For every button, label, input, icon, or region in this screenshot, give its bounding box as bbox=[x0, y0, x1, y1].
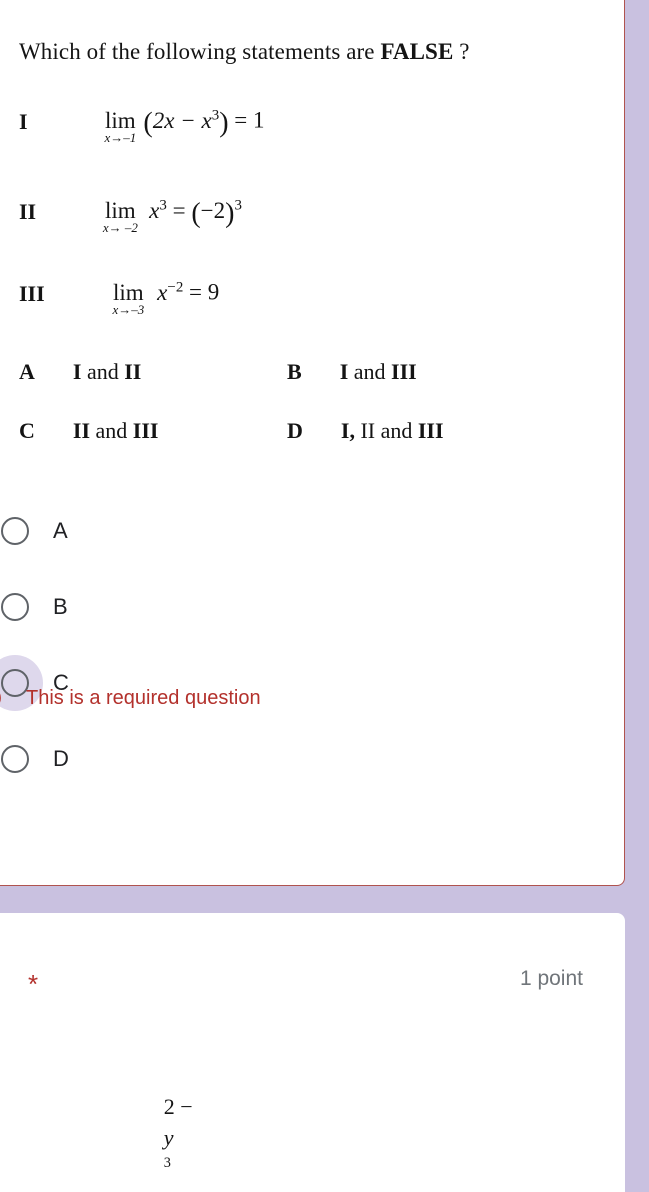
required-error-text: This is a required question bbox=[26, 686, 261, 709]
answer-options-list: A B C D bbox=[0, 493, 561, 797]
statement-ii-expression: lim x→ –2 x3 = (−2)3 bbox=[103, 197, 242, 234]
next-question-image: Given g(y)={2 − y3,y ≥ 02y,y < 0, evalua… bbox=[32, 1091, 386, 1192]
image-choice-c-letter: C bbox=[19, 418, 35, 443]
limit-subscript-i: x→–1 bbox=[104, 129, 137, 145]
statement-iii-body: x−2 bbox=[157, 279, 184, 305]
limit-operator-ii: lim x→ –2 bbox=[103, 197, 138, 234]
radio-button-b-icon[interactable] bbox=[1, 593, 29, 621]
statement-iii-equals: = 9 bbox=[189, 279, 220, 305]
option-row-b[interactable]: B bbox=[1, 569, 561, 645]
piecewise-group: {2 − y3,y ≥ 02y,y < 0 bbox=[148, 1091, 213, 1192]
option-row-a[interactable]: A bbox=[1, 493, 561, 569]
statement-i-equals: = 1 bbox=[234, 107, 265, 133]
limit-subscript-iii: x→–3 bbox=[112, 301, 145, 317]
question-title-suffix: ? bbox=[453, 39, 470, 64]
radio-wrap-b[interactable] bbox=[0, 579, 43, 635]
option-label-d: D bbox=[53, 746, 69, 771]
option-label-a: A bbox=[53, 518, 68, 543]
radio-button-d-icon[interactable] bbox=[1, 745, 29, 773]
points-label: 1 point bbox=[519, 967, 583, 990]
limit-op-text-ii: lim bbox=[105, 197, 136, 223]
limit-operator-iii: lim x→–3 bbox=[112, 279, 144, 316]
piecewise-row-1: 2 − y3,y ≥ 0 bbox=[163, 1094, 193, 1192]
radio-wrap-d[interactable] bbox=[0, 731, 43, 787]
statement-iii-expression: lim x→–3 x−2 = 9 bbox=[112, 279, 220, 316]
statement-i-expression: lim x→–1 (2x − x3) = 1 bbox=[104, 107, 265, 144]
question-card-error: Which of the following statements are FA… bbox=[0, 0, 625, 886]
statement-i-body: 2x − x3 bbox=[152, 107, 220, 133]
question-title-prefix: Which of the following statements are bbox=[19, 39, 381, 64]
paren-close-i: ) bbox=[219, 107, 229, 139]
required-question-error: This is a required question bbox=[0, 684, 261, 712]
image-choice-c-text: II and III bbox=[72, 418, 159, 443]
image-choice-a: A I and II bbox=[19, 359, 141, 385]
image-choice-a-text: I and II bbox=[72, 359, 142, 384]
image-choice-b: B I and III bbox=[287, 359, 417, 385]
radio-wrap-a[interactable] bbox=[0, 503, 43, 559]
limit-subscript-ii: x→ –2 bbox=[102, 219, 138, 235]
limit-op-text-iii: lim bbox=[113, 279, 144, 305]
radio-button-a-icon[interactable] bbox=[1, 517, 29, 545]
limit-op-text-i: lim bbox=[105, 107, 136, 133]
limit-operator-i: lim x→–1 bbox=[104, 107, 136, 144]
statement-ii-body: x3 bbox=[149, 197, 167, 223]
error-exclamation-icon bbox=[0, 684, 2, 712]
option-label-b: B bbox=[53, 594, 68, 619]
image-choice-a-letter: A bbox=[19, 359, 35, 384]
paren-open-i: ( bbox=[143, 107, 153, 139]
image-choice-d: D I, II and III bbox=[287, 418, 444, 444]
piecewise-rows: 2 − y3,y ≥ 02y,y < 0 bbox=[164, 1091, 213, 1192]
next-question-clipped-text bbox=[32, 1185, 38, 1192]
statement-ii-equals: = (−2)3 bbox=[172, 197, 242, 229]
required-asterisk: * bbox=[28, 969, 39, 999]
statement-iii-numeral: III bbox=[19, 281, 45, 306]
question-image-title: Which of the following statements are FA… bbox=[19, 39, 470, 65]
statement-i-numeral: I bbox=[19, 109, 28, 134]
question-title-emphasis: FALSE bbox=[380, 39, 454, 64]
image-choice-b-letter: B bbox=[287, 359, 302, 384]
image-choice-d-text: I, II and III bbox=[340, 418, 444, 443]
image-choice-b-text: I and III bbox=[339, 359, 417, 384]
image-choice-c: C II and III bbox=[19, 418, 158, 444]
question-card-next: * 1 point Given g(y)={2 − y3,y ≥ 02y,y <… bbox=[0, 913, 625, 1192]
option-row-d[interactable]: D bbox=[1, 721, 561, 797]
image-choice-d-letter: D bbox=[287, 418, 303, 443]
statement-ii-numeral: II bbox=[19, 199, 37, 224]
